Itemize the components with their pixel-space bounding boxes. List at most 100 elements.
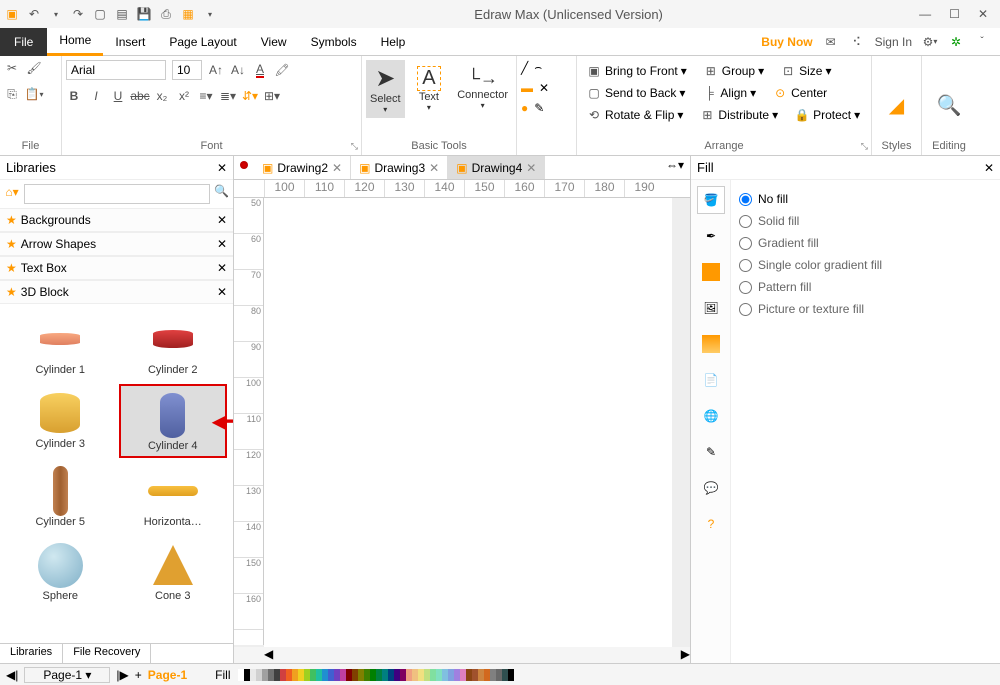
page-next-icon[interactable]: |▶	[116, 668, 128, 682]
line-icon[interactable]: ╱	[521, 61, 528, 75]
cross-icon[interactable]: ✕	[539, 81, 549, 95]
library-search-input[interactable]	[24, 184, 210, 204]
tab-symbols[interactable]: Symbols	[299, 28, 369, 56]
shape-cylinder-2[interactable]: Cylinder 2	[119, 310, 228, 380]
open-icon[interactable]: ▤	[114, 6, 130, 22]
group-button[interactable]: ⊞Group▾	[698, 60, 769, 82]
styles-icon[interactable]: ◢	[889, 98, 905, 114]
fill-option-single-gradient[interactable]: Single color gradient fill	[739, 254, 992, 276]
drawing-canvas[interactable]	[264, 198, 672, 647]
bring-front-button[interactable]: ▣Bring to Front▾	[581, 60, 692, 82]
paste-icon[interactable]: 📋▾	[26, 86, 42, 102]
select-tool[interactable]: ➤Select▾	[366, 60, 405, 118]
tab-home[interactable]: Home	[47, 28, 103, 56]
libraries-close-icon[interactable]: ✕	[217, 161, 227, 175]
save-icon[interactable]: 💾	[136, 6, 152, 22]
editing-icon[interactable]: 🔍	[941, 98, 957, 114]
send-back-button[interactable]: ▢Send to Back▾	[581, 82, 690, 104]
fill-option-solid[interactable]: Solid fill	[739, 210, 992, 232]
scroll-left-icon[interactable]: ◀	[264, 647, 273, 663]
font-size-input[interactable]	[172, 60, 202, 80]
strike-icon[interactable]: abc	[132, 88, 148, 104]
fill-bucket-icon[interactable]: 🪣	[697, 186, 725, 214]
scroll-right-icon[interactable]: ▶	[681, 647, 690, 663]
rotate-flip-button[interactable]: ⟲Rotate & Flip▾	[581, 104, 688, 126]
pen-icon[interactable]: ✒	[697, 222, 725, 250]
format-painter-icon[interactable]: 🖌	[26, 60, 42, 76]
bottom-tab-file-recovery[interactable]: File Recovery	[63, 644, 151, 663]
distribute-button[interactable]: ⊞Distribute▾	[694, 104, 783, 126]
bottom-tab-libraries[interactable]: Libraries	[0, 644, 63, 663]
doc-tab-drawing3[interactable]: ▣Drawing3✕	[351, 156, 448, 179]
font-name-input[interactable]	[66, 60, 166, 80]
print-icon[interactable]: ⎙	[158, 6, 174, 22]
add-page-icon[interactable]: +	[135, 668, 142, 682]
color-palette[interactable]	[238, 669, 514, 681]
bold-icon[interactable]: B	[66, 88, 82, 104]
shrink-font-icon[interactable]: A↓	[230, 62, 246, 78]
fill-option-pattern[interactable]: Pattern fill	[739, 276, 992, 298]
qat-dropdown-icon[interactable]: ▾	[202, 6, 218, 22]
text-tool[interactable]: AText▾	[411, 62, 448, 116]
tab-page-layout[interactable]: Page Layout	[157, 28, 248, 56]
shape-cylinder-3[interactable]: Cylinder 3	[6, 384, 115, 458]
edit-icon[interactable]: ✎	[697, 438, 725, 466]
page-nav-icon[interactable]: ◀|	[6, 668, 18, 682]
gradient-icon[interactable]	[697, 330, 725, 358]
active-page-label[interactable]: Page-1	[148, 668, 187, 682]
close-tab-icon[interactable]: ✕	[526, 161, 536, 175]
home-icon[interactable]: ⌂▾	[4, 184, 20, 200]
pinwheel-icon[interactable]: ✲	[948, 34, 964, 50]
shape-cylinder-5[interactable]: Cylinder 5	[6, 462, 115, 532]
grow-font-icon[interactable]: A↑	[208, 62, 224, 78]
section-text-box[interactable]: ★Text Box✕	[0, 256, 233, 280]
fill-close-icon[interactable]: ✕	[984, 161, 994, 175]
cut-icon[interactable]: ✂	[4, 60, 20, 76]
close-tab-icon[interactable]: ✕	[429, 161, 439, 175]
globe-icon[interactable]: 🌐	[697, 402, 725, 430]
size-button[interactable]: ⊡Size▾	[775, 60, 836, 82]
search-icon[interactable]: 🔍	[214, 184, 229, 204]
minimize-icon[interactable]: —	[919, 7, 931, 21]
rect-icon[interactable]: ▬	[521, 81, 533, 95]
undo-icon[interactable]: ↶	[26, 6, 42, 22]
tab-nav-icon[interactable]: ⇔▾	[660, 156, 690, 179]
highlight-icon[interactable]: 🖍	[274, 62, 290, 78]
group-styles-label[interactable]: Styles	[872, 140, 921, 152]
superscript-icon[interactable]: x²	[176, 88, 192, 104]
arc-icon[interactable]: ⌢	[534, 60, 542, 75]
font-dialog-launcher-icon[interactable]: ⤡	[351, 141, 358, 152]
connector-tool[interactable]: └→Connector▾	[453, 64, 512, 114]
align-button[interactable]: ╞Align▾	[696, 82, 761, 104]
protect-button[interactable]: 🔒Protect▾	[789, 104, 865, 126]
share-icon[interactable]: ⠪	[849, 34, 865, 50]
collapse-ribbon-icon[interactable]: ˇ	[974, 34, 990, 50]
copy-icon[interactable]: ⎘	[4, 86, 20, 102]
fill-option-gradient[interactable]: Gradient fill	[739, 232, 992, 254]
line-spacing-icon[interactable]: ≡▾	[198, 88, 214, 104]
record-icon[interactable]	[240, 161, 248, 169]
color-swatch[interactable]	[508, 669, 514, 681]
feedback-icon[interactable]: ✉	[823, 34, 839, 50]
sign-in-link[interactable]: Sign In	[875, 35, 912, 49]
maximize-icon[interactable]: ☐	[949, 7, 960, 21]
align-text-icon[interactable]: ⊞▾	[264, 88, 280, 104]
shape-sphere[interactable]: Sphere	[6, 536, 115, 606]
italic-icon[interactable]: I	[88, 88, 104, 104]
section-backgrounds[interactable]: ★Backgrounds✕	[0, 208, 233, 232]
ellipse-icon[interactable]: ●	[521, 101, 528, 115]
comment-icon[interactable]: 💬	[697, 474, 725, 502]
fill-option-texture[interactable]: Picture or texture fill	[739, 298, 992, 320]
shape-horizontal[interactable]: Horizonta…	[119, 462, 228, 532]
subscript-icon[interactable]: x₂	[154, 88, 170, 104]
shape-cone-3[interactable]: Cone 3	[119, 536, 228, 606]
buy-now-link[interactable]: Buy Now	[761, 35, 812, 49]
image-icon[interactable]: 🖼	[697, 294, 725, 322]
arrange-dialog-launcher-icon[interactable]: ⤡	[861, 141, 868, 152]
close-tab-icon[interactable]: ✕	[332, 161, 342, 175]
pencil-icon[interactable]: ✎	[534, 101, 544, 115]
section-arrow-shapes[interactable]: ★Arrow Shapes✕	[0, 232, 233, 256]
center-button[interactable]: ⊙Center	[767, 82, 832, 104]
page-dropdown[interactable]: Page-1 ▾	[24, 667, 110, 683]
page-icon[interactable]: 📄	[697, 366, 725, 394]
